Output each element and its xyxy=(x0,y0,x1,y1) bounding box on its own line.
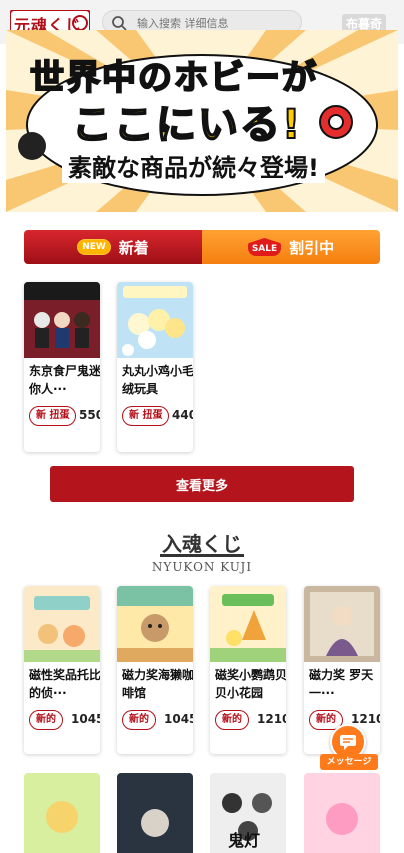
product-badge: 新 扭蛋 xyxy=(29,406,77,426)
product-price: 550 xyxy=(79,408,100,422)
product-image[interactable] xyxy=(117,586,193,662)
tab-new-label: 新着 xyxy=(118,238,149,257)
product-title[interactable]: 磁力奖 罗天一··· xyxy=(309,666,380,702)
product-image-caption: 鬼灯 xyxy=(228,831,261,850)
product-tabs: NEW 新着 SALE 割引中 xyxy=(24,230,380,264)
product-title[interactable]: 磁奖小鹦鹉贝贝小花园 xyxy=(215,666,286,702)
tab-sale[interactable]: SALE 割引中 xyxy=(202,230,380,264)
product-title[interactable]: 东京食尸鬼迷你人··· xyxy=(29,362,100,398)
product-card-partial[interactable] xyxy=(117,773,193,853)
product-card[interactable]: 磁奖小鹦鹉贝贝小花园 新的 1210 xyxy=(210,586,286,754)
product-image[interactable] xyxy=(117,282,193,358)
product-image xyxy=(304,773,380,853)
product-card[interactable]: 丸丸小鸡小毛绒玩具 新 扭蛋 440 xyxy=(117,282,193,452)
product-price: 1210 xyxy=(257,712,286,726)
product-badge: 新的 xyxy=(29,710,63,730)
product-image xyxy=(24,773,100,853)
product-card[interactable]: 磁性奖品托比的侦··· 新的 1045 xyxy=(24,586,100,754)
message-label[interactable]: メッセージ xyxy=(320,754,378,770)
product-title[interactable]: 丸丸小鸡小毛绒玩具 xyxy=(122,362,193,398)
section-subtitle: NYUKON KUJI xyxy=(151,560,253,574)
banner-headline-2: ここにいる! xyxy=(71,101,303,149)
sale-badge-icon: SALE xyxy=(247,238,282,256)
product-card-partial[interactable] xyxy=(304,773,380,853)
product-image[interactable] xyxy=(210,586,286,662)
search-icon[interactable] xyxy=(111,15,127,31)
product-card-partial[interactable]: 鬼灯 xyxy=(210,773,286,853)
product-card[interactable]: 东京食尸鬼迷你人··· 新 扭蛋 550 xyxy=(24,282,100,452)
product-image[interactable] xyxy=(304,586,380,662)
product-image xyxy=(117,773,193,853)
view-more-button[interactable]: 查看更多 xyxy=(50,466,354,502)
product-title[interactable]: 磁力奖海獭咖啡馆 xyxy=(122,666,193,702)
section-title: 入魂くじ xyxy=(162,532,242,556)
product-title[interactable]: 磁性奖品托比的侦··· xyxy=(29,666,100,702)
product-badge: 新的 xyxy=(215,710,249,730)
product-image[interactable] xyxy=(24,586,100,662)
product-card[interactable]: 磁力奖海獭咖啡馆 新的 1045 xyxy=(117,586,193,754)
banner-subline: 素敵な商品が続々登場! xyxy=(62,148,325,183)
hero-banner[interactable]: 世界中のホビーが ここにいる! 素敵な商品が続々登場! xyxy=(6,30,398,212)
new-badge-icon: NEW xyxy=(77,239,111,255)
tab-sale-label: 割引中 xyxy=(289,238,335,257)
tab-new[interactable]: NEW 新着 xyxy=(24,230,202,264)
product-image[interactable] xyxy=(24,282,100,358)
product-badge: 新 扭蛋 xyxy=(122,406,170,426)
product-price: 1045 xyxy=(164,712,193,726)
product-card-partial[interactable] xyxy=(24,773,100,853)
product-price: 1045 xyxy=(71,712,100,726)
section-divider xyxy=(160,554,244,557)
product-price: 440 xyxy=(172,408,193,422)
message-button[interactable]: メッセージ xyxy=(320,724,378,772)
product-badge: 新的 xyxy=(122,710,156,730)
